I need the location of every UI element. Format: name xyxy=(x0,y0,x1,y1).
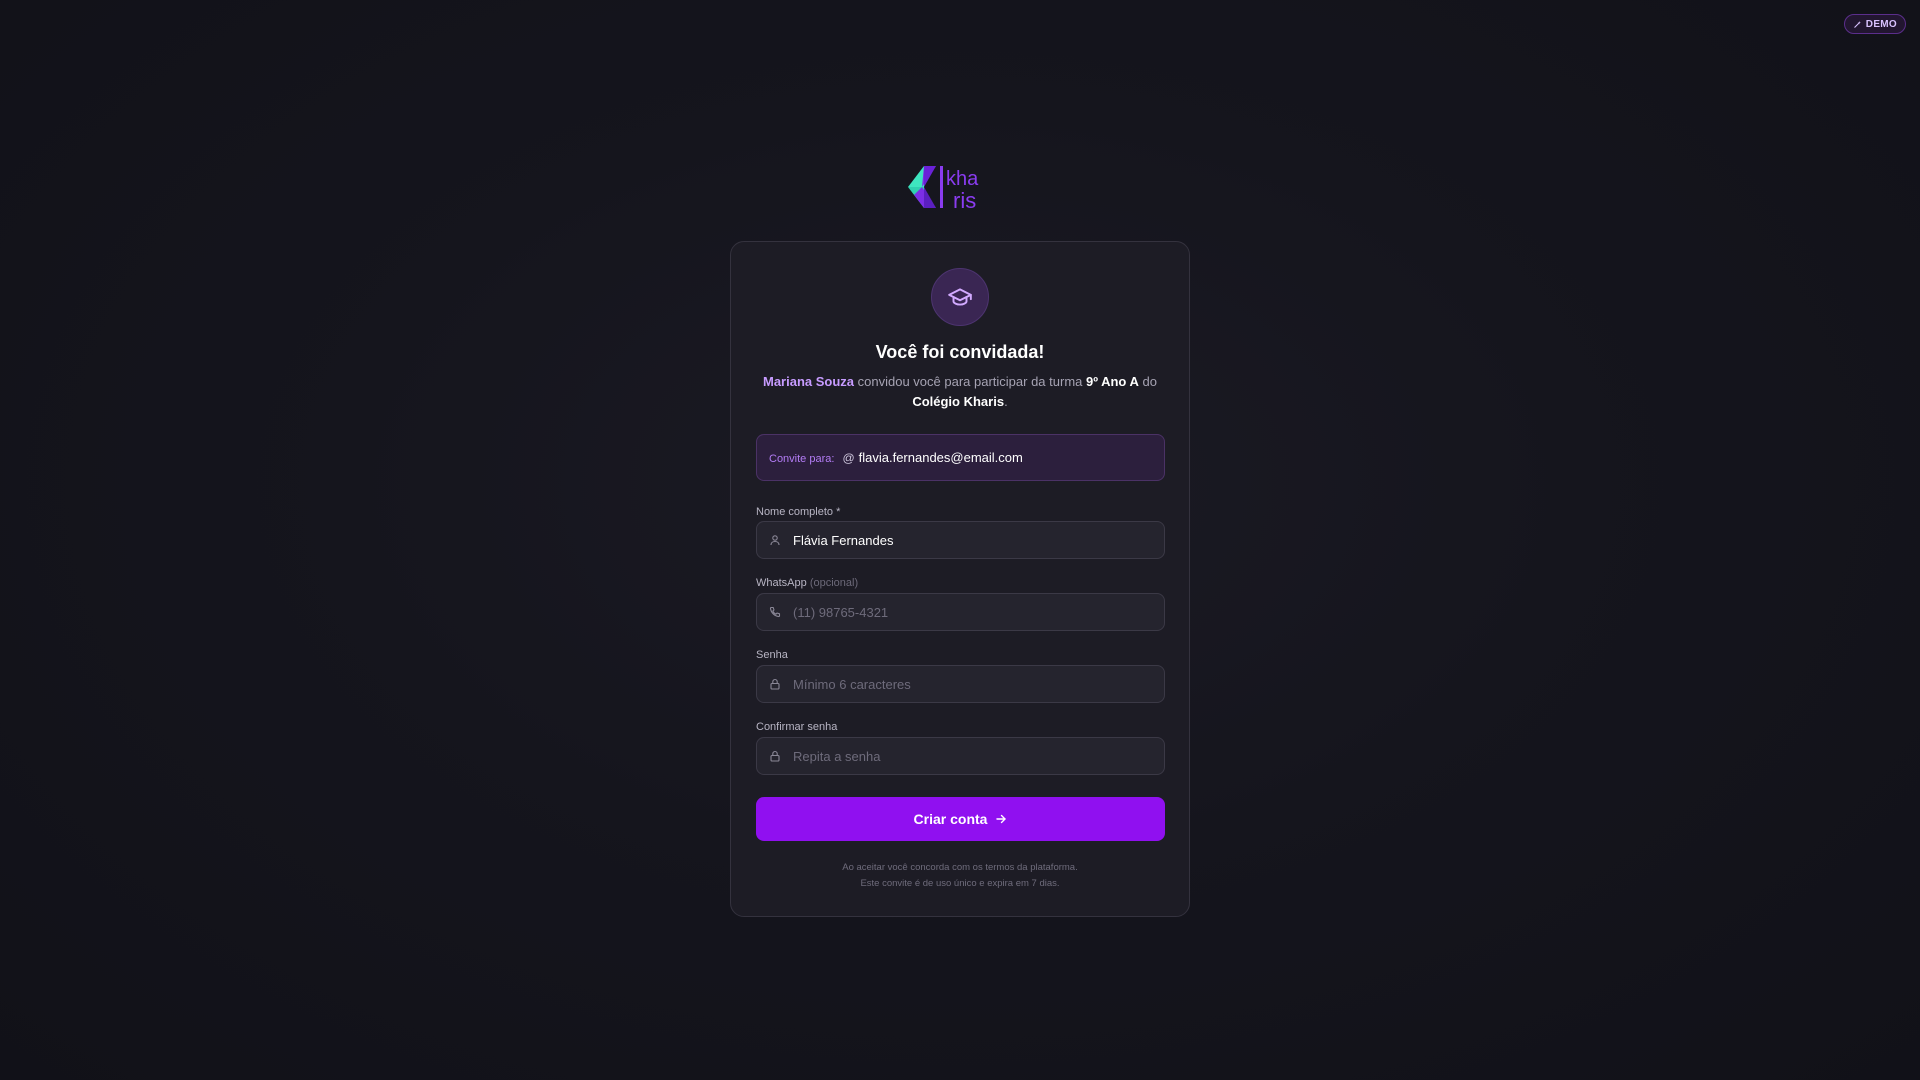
terms-line-2: Este convite é de uso único e expira em … xyxy=(860,878,1060,889)
invite-recipient-box: Convite para: @ flavia.fernandes@email.c… xyxy=(756,434,1165,481)
name-label: Nome completo * xyxy=(756,506,841,518)
subtitle-text-3: . xyxy=(1004,394,1008,409)
lock-icon xyxy=(770,678,780,690)
at-icon: @ xyxy=(842,450,855,465)
invite-card: Você foi convidada! Mariana Souza convid… xyxy=(730,241,1190,917)
name-field[interactable] xyxy=(756,521,1165,559)
password-input[interactable] xyxy=(793,676,1152,692)
invite-subtitle: Mariana Souza convidou você para partici… xyxy=(761,372,1159,412)
subtitle-text-2: do xyxy=(1138,374,1157,389)
arrow-right-icon xyxy=(996,814,1007,824)
inviter-name: Mariana Souza xyxy=(763,374,855,389)
confirm-password-field[interactable] xyxy=(756,737,1165,775)
password-label: Senha xyxy=(756,649,788,661)
svg-text:kha: kha xyxy=(946,168,979,190)
create-account-button[interactable]: Criar conta xyxy=(756,797,1165,841)
sparkle-icon xyxy=(1854,20,1861,28)
invite-label: Convite para: xyxy=(769,452,835,465)
whatsapp-input[interactable] xyxy=(793,604,1152,620)
confirm-password-label: Confirmar senha xyxy=(756,721,838,733)
kharis-logo: kha ris xyxy=(908,166,979,213)
invite-email: flavia.fernandes@email.com xyxy=(858,449,1023,465)
user-icon xyxy=(770,535,780,546)
phone-icon xyxy=(769,606,781,618)
password-field[interactable] xyxy=(756,665,1165,703)
whatsapp-label: WhatsApp (opcional) xyxy=(756,577,858,589)
subtitle-text-1: convidou você para participar da turma xyxy=(854,374,1086,389)
page-title: Você foi convidada! xyxy=(875,342,1045,362)
confirm-password-input[interactable] xyxy=(793,748,1152,764)
terms-line-1: Ao aceitar você concorda com os termos d… xyxy=(842,862,1078,873)
whatsapp-optional-text: (opcional) xyxy=(809,577,859,589)
cap-badge xyxy=(931,268,989,326)
demo-badge-label: DEMO xyxy=(1865,18,1897,30)
school-name: Colégio Kharis xyxy=(912,394,1005,409)
svg-text:ris: ris xyxy=(953,188,976,213)
name-input[interactable] xyxy=(793,532,1152,548)
create-account-label: Criar conta xyxy=(913,811,988,827)
graduation-cap-icon xyxy=(948,288,972,306)
lock-icon xyxy=(770,750,780,762)
whatsapp-field[interactable] xyxy=(756,593,1165,631)
terms-footer: Ao aceitar você concorda com os termos d… xyxy=(731,860,1189,892)
whatsapp-label-text: WhatsApp xyxy=(756,577,807,589)
demo-badge: DEMO xyxy=(1843,14,1906,34)
class-name: 9º Ano A xyxy=(1086,374,1139,389)
